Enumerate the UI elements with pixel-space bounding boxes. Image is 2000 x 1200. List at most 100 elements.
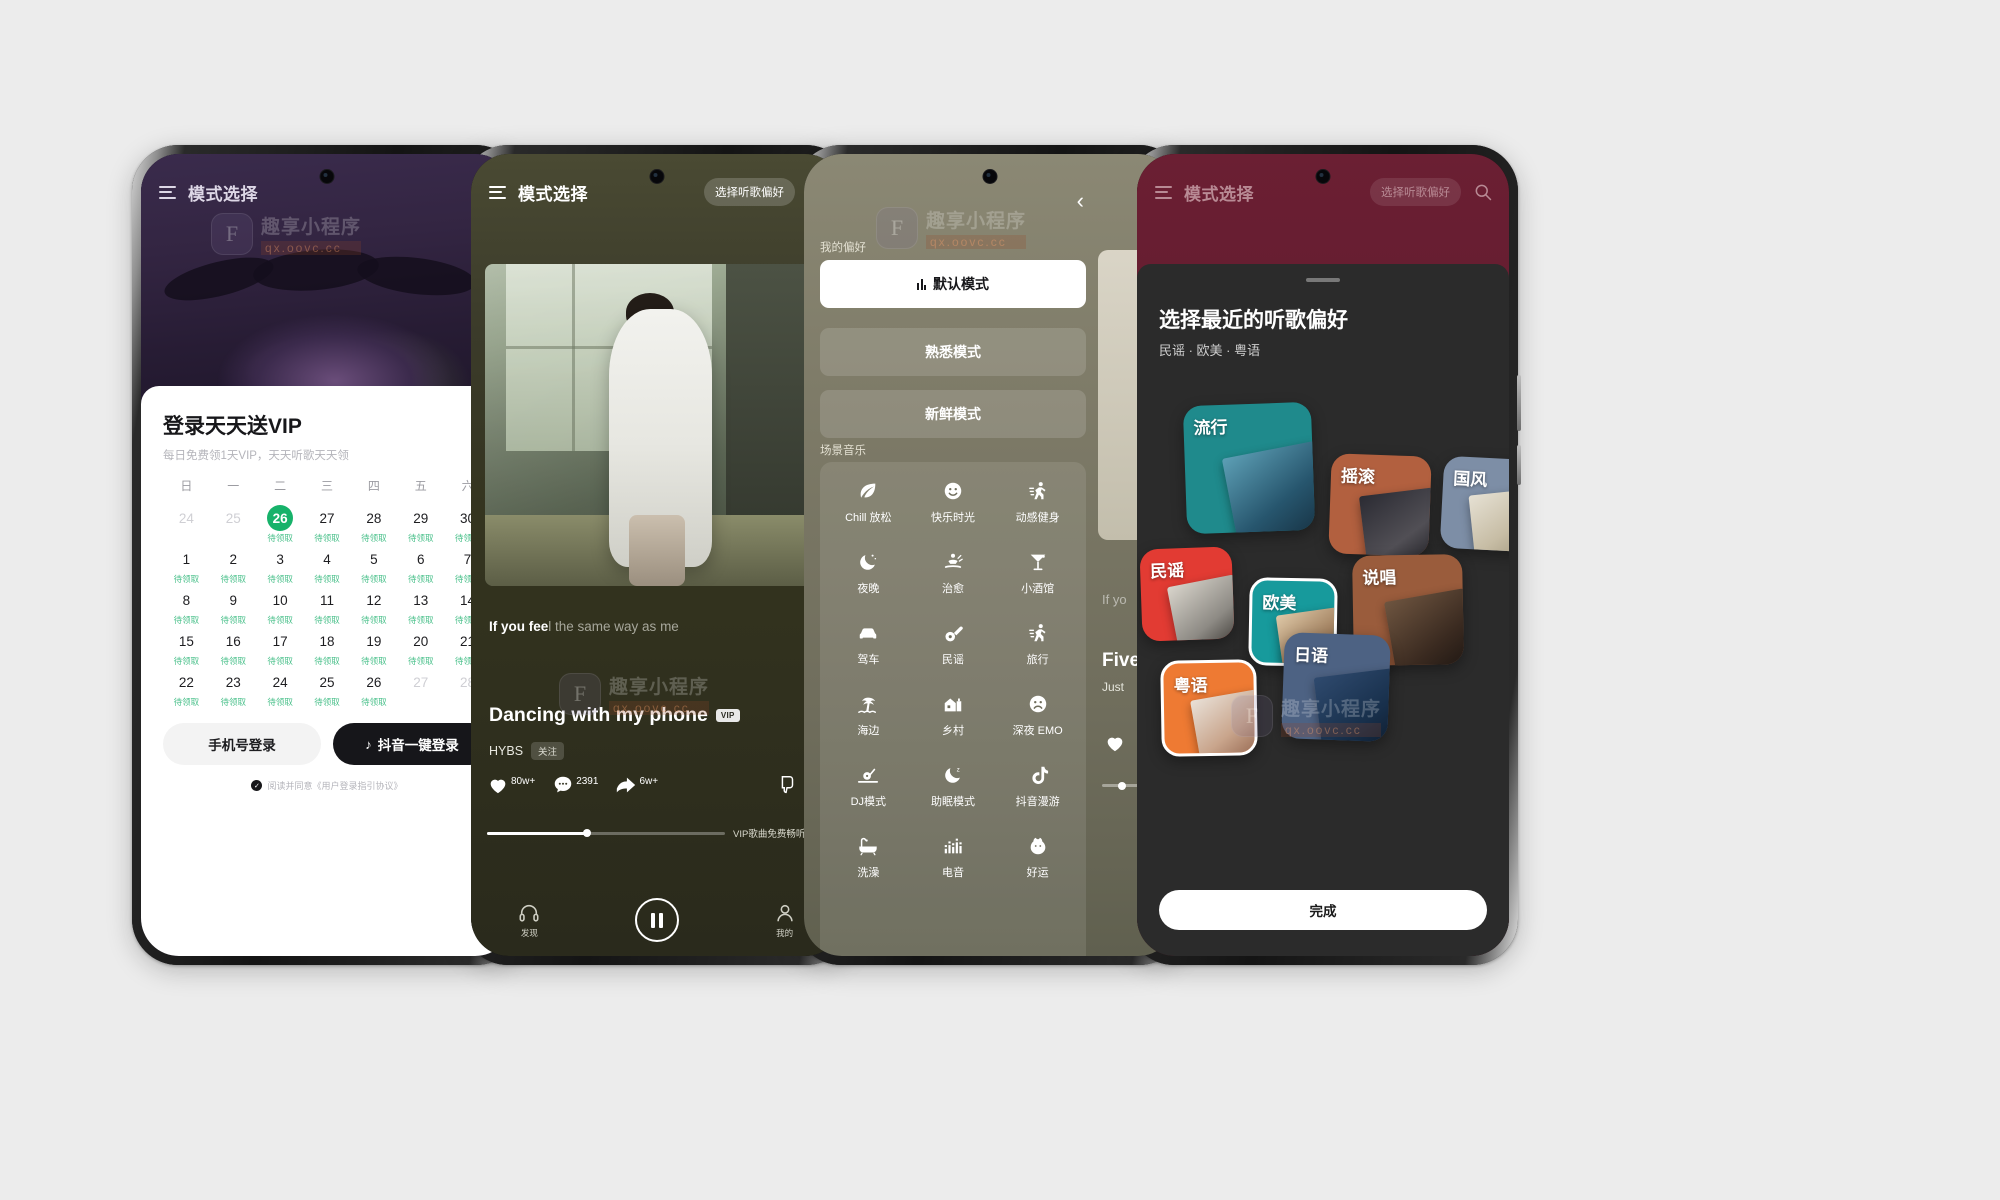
scene-item[interactable]: 洗澡 bbox=[826, 835, 911, 880]
calendar-day[interactable]: 1 待领取 bbox=[163, 543, 210, 585]
checkin-calendar: 日 一 二 三 四 五 六 24 25 26 待领取 27 待领取 28 待领取 29 待领取 30… bbox=[163, 477, 491, 707]
calendar-day[interactable]: 9 待领取 bbox=[210, 584, 257, 626]
artist-name[interactable]: HYBS bbox=[489, 744, 523, 758]
hamburger-icon[interactable] bbox=[489, 185, 506, 199]
calendar-day[interactable]: 8 待领取 bbox=[163, 584, 210, 626]
calendar-day[interactable]: 15 待领取 bbox=[163, 625, 210, 667]
scene-item[interactable]: 快乐时光 bbox=[911, 480, 996, 525]
calendar-day[interactable]: 28 待领取 bbox=[350, 502, 397, 544]
calendar-day[interactable]: 5 待领取 bbox=[350, 543, 397, 585]
calendar-day[interactable]: 29 待领取 bbox=[397, 502, 444, 544]
calendar-day[interactable]: 26 待领取 bbox=[350, 666, 397, 708]
hamburger-icon[interactable] bbox=[159, 185, 176, 199]
calendar-day[interactable]: 17 待领取 bbox=[257, 625, 304, 667]
calendar-day[interactable]: 24 bbox=[163, 502, 210, 543]
calendar-day[interactable]: 16 待领取 bbox=[210, 625, 257, 667]
follow-button[interactable]: 关注 bbox=[531, 742, 565, 760]
check-icon[interactable]: ✓ bbox=[251, 780, 263, 791]
calendar-day[interactable]: 26 待领取 bbox=[257, 502, 304, 543]
calendar-day[interactable]: 2 待领取 bbox=[210, 543, 257, 585]
calendar-day[interactable]: 3 待领取 bbox=[257, 543, 304, 585]
play-pause-button[interactable] bbox=[634, 898, 679, 942]
scene-item[interactable]: DJ模式 bbox=[826, 764, 911, 809]
tab-label: 我的 bbox=[776, 927, 794, 938]
scene-item[interactable]: 夜晚 bbox=[826, 551, 911, 596]
artist-row: HYBS 关注 bbox=[489, 742, 565, 760]
listening-preference-button[interactable]: 选择听歌偏好 bbox=[704, 178, 795, 206]
progress-slider[interactable] bbox=[487, 829, 726, 837]
scene-item[interactable]: z 助眠模式 bbox=[911, 764, 996, 809]
calendar-day[interactable]: 19 待领取 bbox=[350, 625, 397, 667]
listening-preference-button[interactable]: 选择听歌偏好 bbox=[1370, 178, 1461, 206]
calendar-day-status: 待领取 bbox=[267, 697, 293, 707]
scene-item[interactable]: 驾车 bbox=[826, 622, 911, 667]
dislike-icon[interactable] bbox=[776, 774, 798, 796]
scene-item[interactable]: 动感健身 bbox=[995, 480, 1080, 525]
agreement-row[interactable]: ✓ 阅读并同意《用户登录指引协议》 bbox=[163, 779, 491, 792]
calendar-day[interactable]: 6 待领取 bbox=[397, 543, 444, 585]
calendar-day[interactable]: 4 待领取 bbox=[304, 543, 351, 585]
tab-mine[interactable]: 我的 bbox=[774, 902, 796, 939]
search-icon[interactable] bbox=[1473, 182, 1493, 202]
genre-tile[interactable]: 日语 bbox=[1281, 632, 1391, 742]
calendar-day-number: 2 bbox=[229, 551, 238, 567]
sheet-title: 选择最近的听歌偏好 bbox=[1159, 309, 1348, 332]
calendar-day[interactable]: 18 待领取 bbox=[304, 625, 351, 667]
genre-tile-label: 民谣 bbox=[1149, 561, 1185, 582]
scene-item[interactable]: 电音 bbox=[911, 835, 996, 880]
sheet-grabber[interactable] bbox=[1306, 278, 1340, 282]
genre-tile[interactable]: 流行 bbox=[1182, 401, 1316, 535]
mode-default-button[interactable]: 默认模式 bbox=[820, 260, 1086, 308]
calendar-day-number: 25 bbox=[319, 674, 335, 690]
calendar-day-status: 待领取 bbox=[407, 574, 434, 584]
douyin-note-icon: ♪ bbox=[365, 736, 372, 752]
comment-action[interactable]: 2391 bbox=[552, 774, 598, 796]
preference-panel: 我的偏好 默认模式 熟悉模式 新鲜模式 场景音乐 Chill 放松 快乐时光 动感健… bbox=[804, 154, 1102, 956]
scene-item[interactable]: 民谣 bbox=[911, 622, 996, 667]
scene-item[interactable]: 抖音漫游 bbox=[995, 764, 1080, 809]
calendar-day[interactable]: 24 待领取 bbox=[257, 666, 304, 708]
scene-item[interactable]: 旅行 bbox=[995, 622, 1080, 667]
calendar-day[interactable]: 23 待领取 bbox=[210, 666, 257, 708]
hamburger-icon[interactable] bbox=[1155, 185, 1172, 199]
scene-item[interactable]: 治愈 bbox=[911, 551, 996, 596]
genre-tile-artwork bbox=[1313, 668, 1391, 742]
calendar-day[interactable]: 27 待领取 bbox=[304, 502, 351, 544]
calendar-day[interactable]: 13 待领取 bbox=[397, 584, 444, 626]
calendar-day[interactable]: 20 待领取 bbox=[397, 625, 444, 667]
share-action[interactable]: 6w+ bbox=[615, 774, 658, 796]
scene-item[interactable]: 深夜 EMO bbox=[995, 693, 1080, 738]
calendar-day[interactable]: 10 待领取 bbox=[257, 584, 304, 626]
scene-item[interactable]: 好运 bbox=[995, 835, 1080, 880]
scene-item[interactable]: 海边 bbox=[826, 693, 911, 738]
scene-item[interactable]: Chill 放松 bbox=[826, 480, 911, 525]
calendar-day[interactable]: 25 待领取 bbox=[304, 666, 351, 708]
calendar-day-status: 待领取 bbox=[407, 615, 434, 625]
calendar-day[interactable]: 11 待领取 bbox=[304, 584, 351, 626]
done-button[interactable]: 完成 bbox=[1159, 890, 1487, 930]
calendar-day[interactable]: 25 bbox=[210, 502, 257, 543]
like-action[interactable]: 80w+ bbox=[487, 774, 535, 796]
calendar-day[interactable]: 12 待领取 bbox=[350, 584, 397, 626]
mode-fresh-button[interactable]: 新鲜模式 bbox=[820, 390, 1086, 438]
genre-tile[interactable]: 摇滚 bbox=[1328, 453, 1432, 557]
genre-tile-artwork bbox=[1358, 487, 1432, 557]
sheet-subtitle: 每日免费领1天VIP，天天听歌天天领 bbox=[163, 450, 349, 462]
phone-4-genre-picker: 模式选择 选择听歌偏好 选择最近的听歌偏好 民谣 · 欧美 · 粤语 流行 摇滚 国… bbox=[1128, 145, 1521, 965]
calendar-day[interactable]: 22 待领取 bbox=[163, 666, 210, 708]
phone-login-button[interactable]: 手机号登录 bbox=[163, 723, 321, 765]
calendar-day-number: 29 bbox=[413, 510, 429, 526]
back-chevron-icon[interactable]: ‹ bbox=[1077, 190, 1084, 212]
scene-item[interactable]: 乡村 bbox=[911, 693, 996, 738]
album-cover-photo[interactable]: HYBS A1 FRONT bbox=[485, 264, 829, 586]
genre-tile[interactable]: 国风 bbox=[1439, 455, 1509, 553]
genre-tile[interactable]: 粤语 bbox=[1160, 659, 1258, 757]
calendar-day[interactable]: 27 bbox=[397, 666, 444, 707]
scene-item[interactable]: 小酒馆 bbox=[995, 551, 1080, 596]
genre-tile[interactable]: 民谣 bbox=[1139, 546, 1235, 642]
svg-text:z: z bbox=[957, 766, 960, 773]
douyin-login-button[interactable]: ♪ 抖音一键登录 bbox=[333, 723, 491, 765]
tab-discover[interactable]: 发现 bbox=[518, 902, 540, 939]
phone-3-mode-picker: If yo Five Just ‹ 我的偏好 默认模式 熟悉模式 新鲜模式 场景… bbox=[795, 145, 1188, 965]
mode-familiar-button[interactable]: 熟悉模式 bbox=[820, 328, 1086, 376]
